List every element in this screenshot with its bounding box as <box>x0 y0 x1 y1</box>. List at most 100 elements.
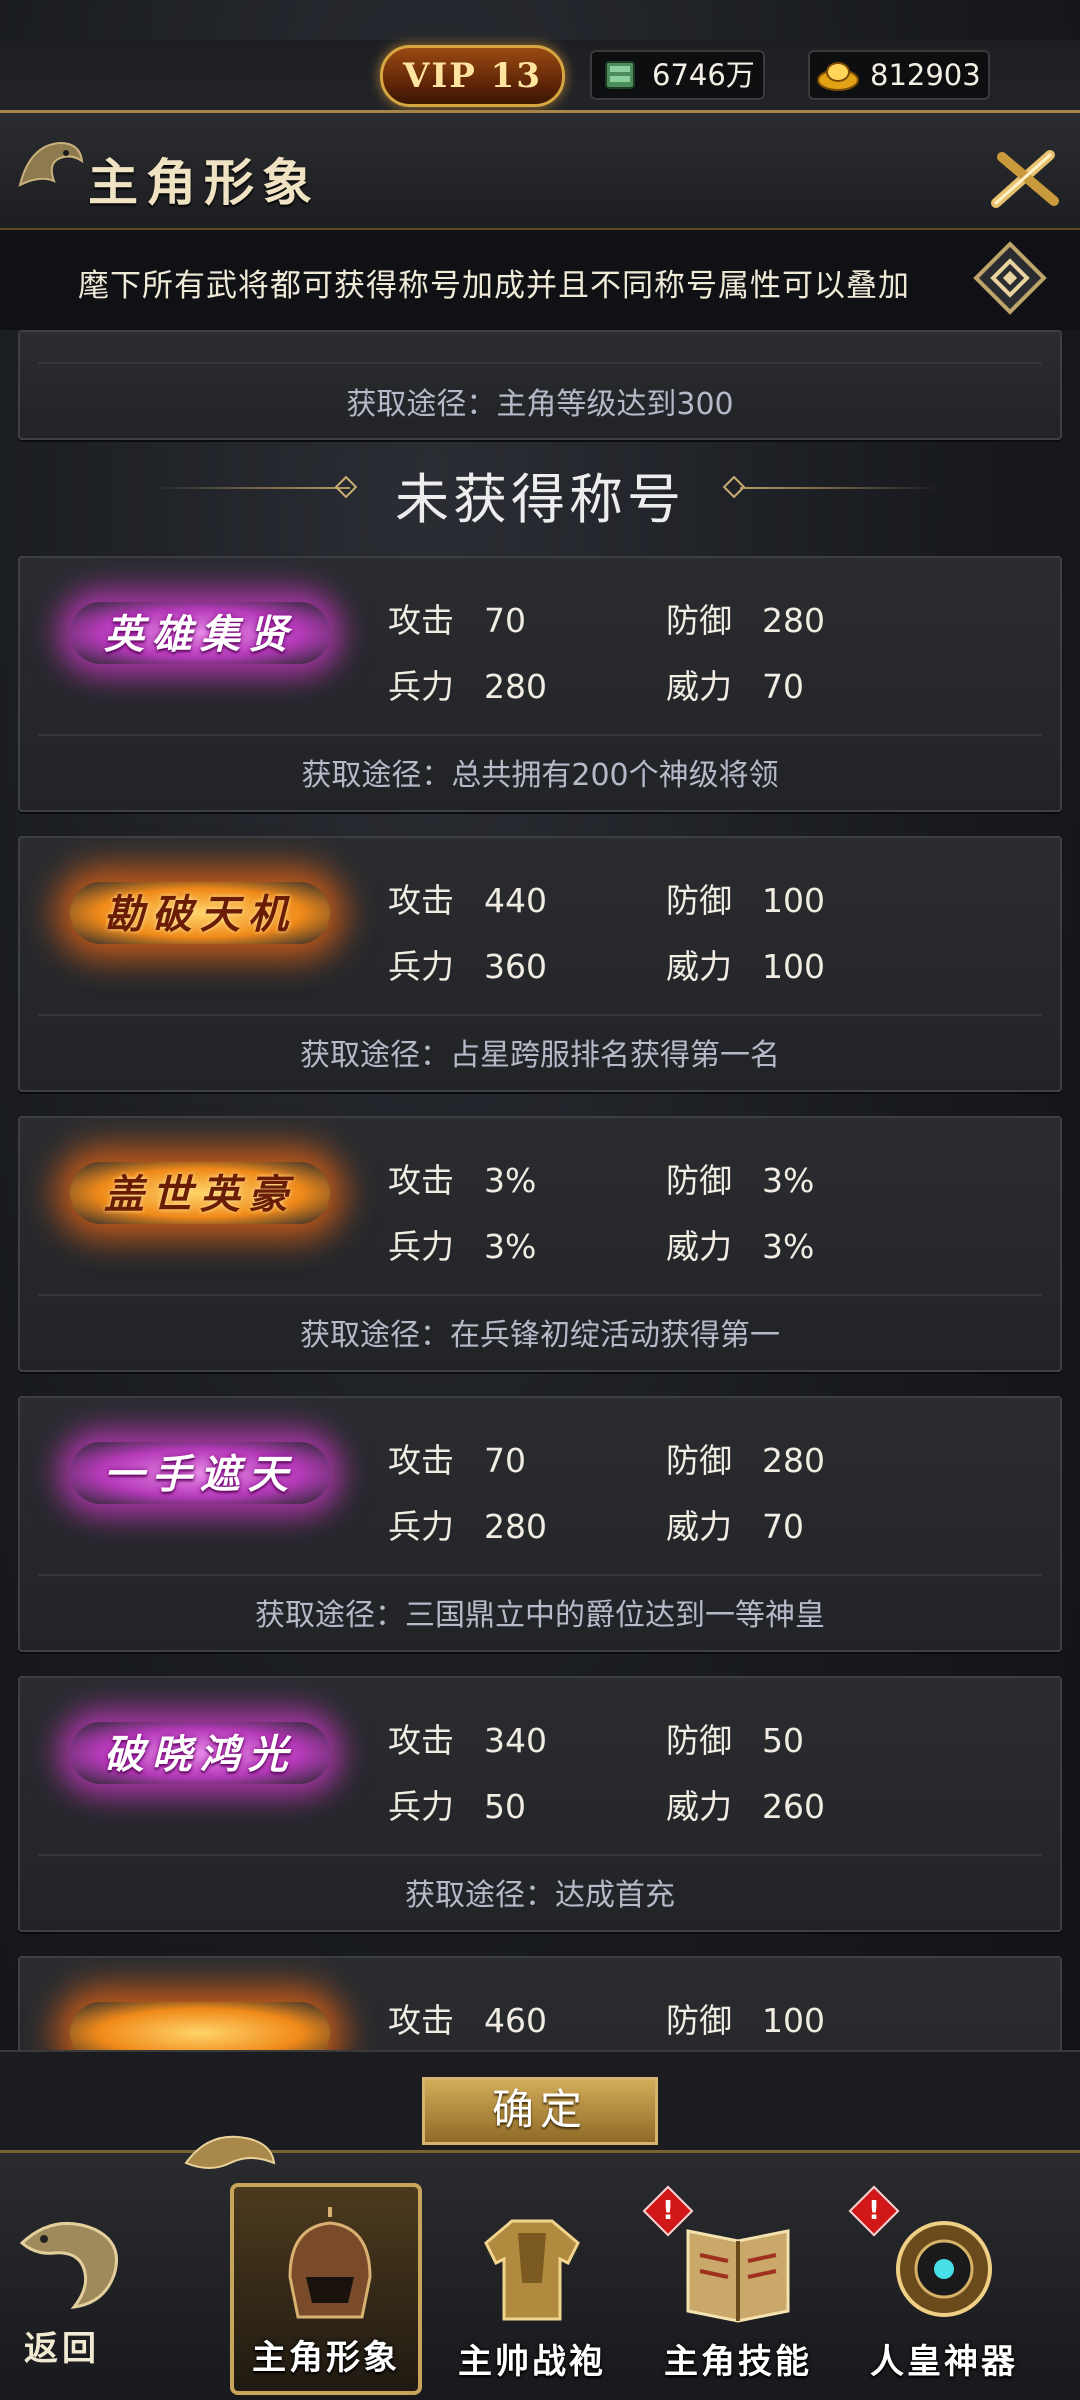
title-card[interactable]: 盖世英豪 攻击 3% 防御 3% 兵力 3% 威力 3% 获取途径：在兵锋初绽活动获得第… <box>18 1116 1062 1372</box>
stat-defense: 防御 100 <box>666 874 825 922</box>
stat-key: 防御 <box>666 1721 732 1760</box>
stat-defense: 防御 50 <box>666 1714 804 1762</box>
stat-key: 攻击 <box>388 1441 454 1480</box>
divider <box>38 734 1042 736</box>
stat-value: 70 <box>484 1441 526 1480</box>
acquire-way: 获取途径：达成首充 <box>405 1878 675 1913</box>
gold-amount: 812903 <box>870 58 981 92</box>
stat-key: 威力 <box>666 1507 732 1546</box>
vip-badge[interactable]: VIP 13 <box>380 45 565 107</box>
stat-troops: 兵力 3% <box>388 1220 536 1268</box>
stat-key: 兵力 <box>388 947 454 986</box>
confirm-bar: 确定 <box>0 2050 1080 2150</box>
divider <box>38 362 1042 364</box>
badge-text: 勘破天机 <box>104 891 296 938</box>
stat-value: 3% <box>762 1227 815 1266</box>
tab-label: 主角形象 <box>252 2338 400 2378</box>
diamond-info-icon[interactable] <box>970 238 1050 318</box>
stat-key: 兵力 <box>388 1787 454 1826</box>
stat-defense: 防御 100 <box>666 1994 825 2042</box>
back-label: 返回 <box>24 2329 100 2369</box>
stat-value: 280 <box>762 1441 825 1480</box>
stat-defense: 防御 3% <box>666 1154 814 1202</box>
stat-key: 威力 <box>666 667 732 706</box>
stat-key: 兵力 <box>388 1227 454 1266</box>
acquire-way: 获取途径：总共拥有200个神级将领 <box>301 758 779 793</box>
divider <box>38 1574 1042 1576</box>
title-badge: 一手遮天 <box>20 1412 390 1532</box>
silver-amount: 6746万 <box>652 58 755 92</box>
skill-book-icon <box>686 2229 790 2323</box>
tab-hero-skills[interactable]: ! 主角技能 <box>642 2183 834 2395</box>
stat-key: 防御 <box>666 1161 732 1200</box>
back-button[interactable]: 返回 <box>14 2203 134 2383</box>
stat-key: 防御 <box>666 2001 732 2040</box>
obtained-title-card: 获取途径：主角等级达到300 <box>18 330 1062 440</box>
badge-text: 英雄集贤 <box>104 611 296 658</box>
divider-left <box>150 487 350 489</box>
bottom-nav: 返回 主角形象 主帅战袍 ! 主角技能 ! 人皇神器 <box>0 2135 1080 2400</box>
stat-key: 兵力 <box>388 667 454 706</box>
stat-value: 3% <box>484 1227 537 1266</box>
stat-key: 攻击 <box>388 1721 454 1760</box>
info-text: 麾下所有武将都可获得称号加成并且不同称号属性可以叠加 <box>78 268 910 304</box>
section-header: 未获得称号 <box>0 455 1080 531</box>
stat-attack: 攻击 340 <box>388 1714 547 1762</box>
gold-currency[interactable]: 812903 <box>808 50 990 100</box>
armor-icon <box>484 2219 580 2321</box>
title-badge <box>20 1972 390 2050</box>
stat-value: 460 <box>484 2001 547 2040</box>
acquire-way: 获取途径：主角等级达到300 <box>346 387 734 422</box>
stat-value: 280 <box>484 667 547 706</box>
title-card[interactable]: 英雄集贤 攻击 70 防御 280 兵力 280 威力 70 获取途径：总共拥有200个… <box>18 556 1062 812</box>
stat-attack: 攻击 70 <box>388 1434 526 1482</box>
stat-troops: 兵力 50 <box>388 1780 526 1828</box>
stat-power: 威力 3% <box>666 1220 814 1268</box>
stat-value: 70 <box>762 1507 804 1546</box>
acquire-way: 获取途径：在兵锋初绽活动获得第一 <box>300 1318 780 1353</box>
tab-label: 人皇神器 <box>870 2342 1018 2382</box>
tab-label: 主帅战袍 <box>458 2342 606 2382</box>
tab-commander-robe[interactable]: 主帅战袍 <box>436 2183 628 2395</box>
dragon-ornament-icon <box>184 2135 276 2169</box>
stat-power: 威力 70 <box>666 1500 804 1548</box>
artifact-icon <box>896 2221 992 2317</box>
stat-value: 3% <box>484 1161 537 1200</box>
silver-ingot-icon <box>605 61 635 89</box>
close-icon[interactable] <box>988 147 1062 211</box>
stat-attack: 攻击 460 <box>388 1994 547 2042</box>
title-card[interactable]: 勘破天机 攻击 440 防御 100 兵力 360 威力 100 获取途径：占星跨服排名… <box>18 836 1062 1092</box>
stat-key: 攻击 <box>388 881 454 920</box>
confirm-button[interactable]: 确定 <box>422 2077 658 2145</box>
title-list[interactable]: 获取途径：主角等级达到300 未获得称号 英雄集贤 攻击 70 防御 280 兵力 2… <box>0 330 1080 2050</box>
silver-currency[interactable]: 6746万 <box>590 50 765 100</box>
stat-key: 防御 <box>666 881 732 920</box>
stat-attack: 攻击 440 <box>388 874 547 922</box>
page-title: 主角形象 <box>88 153 320 212</box>
title-card[interactable]: 一手遮天 攻击 70 防御 280 兵力 280 威力 70 获取途径：三国鼎立中的爵位… <box>18 1396 1062 1652</box>
stat-value: 3% <box>762 1161 815 1200</box>
stat-defense: 防御 280 <box>666 1434 825 1482</box>
info-bar: 麾下所有武将都可获得称号加成并且不同称号属性可以叠加 <box>0 230 1080 330</box>
stat-power: 威力 260 <box>666 1780 825 1828</box>
tab-emperor-artifact[interactable]: ! 人皇神器 <box>848 2183 1040 2395</box>
stat-key: 威力 <box>666 947 732 986</box>
title-bar: 主角形象 <box>0 110 1080 230</box>
helmet-icon <box>288 2207 372 2319</box>
tab-hero-appearance[interactable]: 主角形象 <box>230 2183 422 2395</box>
stat-key: 攻击 <box>388 601 454 640</box>
title-card[interactable]: 破晓鸿光 攻击 340 防御 50 兵力 50 威力 260 获取途径：达成首充 <box>18 1676 1062 1932</box>
stat-value: 100 <box>762 2001 825 2040</box>
badge-plate <box>70 2002 330 2050</box>
stat-value: 70 <box>484 601 526 640</box>
title-badge: 勘破天机 <box>20 852 390 972</box>
stat-key: 防御 <box>666 601 732 640</box>
stat-key: 威力 <box>666 1227 732 1266</box>
stat-value: 260 <box>762 1787 825 1826</box>
stat-value: 50 <box>484 1787 526 1826</box>
divider <box>38 1294 1042 1296</box>
stat-value: 100 <box>762 947 825 986</box>
stat-value: 440 <box>484 881 547 920</box>
stat-value: 340 <box>484 1721 547 1760</box>
title-card[interactable]: 攻击 460 防御 100 <box>18 1956 1062 2050</box>
